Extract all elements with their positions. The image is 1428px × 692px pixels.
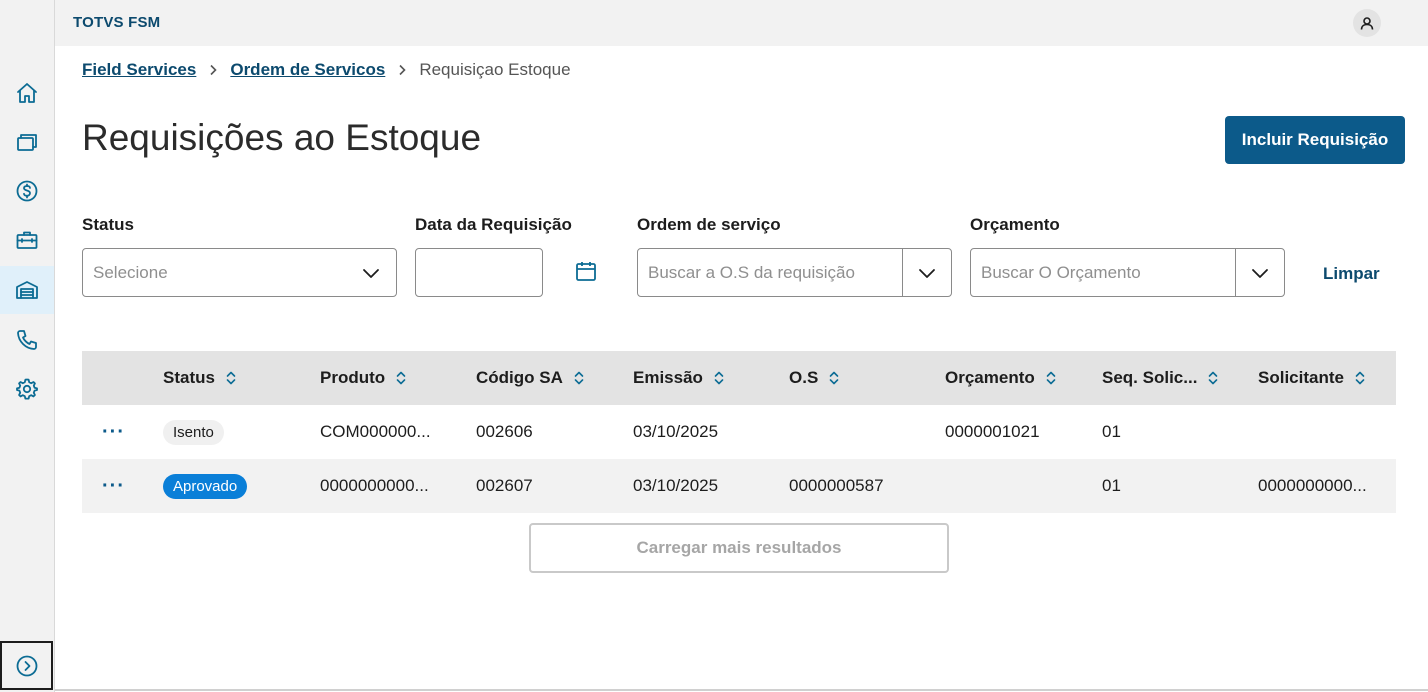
column-label: O.S [789, 368, 819, 387]
sidebar-item-cards[interactable] [0, 118, 54, 166]
row-actions-button[interactable]: ··· [102, 405, 125, 459]
sidebar-item-warehouse[interactable] [0, 266, 54, 314]
user-icon [1360, 17, 1374, 30]
produto-cell: 0000000000... [320, 476, 429, 495]
page-title: Requisições ao Estoque [82, 117, 482, 158]
breadcrumb-ordem-servicos[interactable]: Ordem de Servicos [230, 60, 385, 80]
chevron-down-icon [363, 268, 379, 278]
requisitions-table: Status Produto Código SA Emissão O.S Orç… [82, 351, 1396, 513]
os-combo: Buscar a O.S da requisição [637, 248, 952, 297]
sort-icon [1046, 371, 1056, 385]
sort-icon [1209, 371, 1218, 385]
column-header-orcamento[interactable]: Orçamento [945, 351, 1057, 405]
column-header-produto[interactable]: Produto [320, 351, 407, 405]
sidebar-item-finance[interactable] [0, 167, 54, 215]
emissao-cell: 03/10/2025 [633, 476, 719, 495]
table-row: ··· Isento COM000000... 002606 03/10/202… [82, 405, 1396, 459]
chevron-right-icon [210, 64, 217, 76]
sidebar-item-home[interactable] [0, 69, 54, 117]
budget-search-input[interactable]: Buscar O Orçamento [971, 263, 1235, 283]
column-label: Produto [320, 368, 386, 387]
sidebar [0, 0, 55, 692]
cards-icon [17, 134, 37, 151]
produto-cell: COM000000... [320, 422, 431, 441]
breadcrumb-current: Requisiçao Estoque [419, 60, 571, 79]
column-label: Orçamento [945, 368, 1035, 387]
status-badge: Aprovado [163, 473, 248, 499]
sort-icon [226, 371, 236, 385]
user-button[interactable] [1353, 9, 1381, 37]
column-header-solicitante[interactable]: Solicitante [1258, 351, 1366, 405]
column-label: Seq. Solic... [1102, 368, 1198, 387]
sort-icon [396, 371, 406, 385]
breadcrumb-field-services[interactable]: Field Services [82, 60, 196, 80]
status-badge: Isento [163, 419, 224, 445]
status-filter-label: Status [82, 215, 134, 234]
calendar-icon [576, 262, 596, 281]
table-header: Status Produto Código SA Emissão O.S Orç… [82, 351, 1396, 405]
calendar-button[interactable] [574, 259, 598, 283]
status-select-placeholder: Selecione [93, 262, 168, 282]
solicitante-cell: 0000000000... [1258, 476, 1367, 495]
row-actions-button[interactable]: ··· [102, 459, 125, 513]
date-filter-label: Data da Requisição [415, 215, 572, 234]
chevron-right-icon [399, 64, 406, 76]
column-header-seq-solic[interactable]: Seq. Solic... [1102, 351, 1219, 405]
date-input[interactable] [415, 248, 543, 297]
chevron-down-icon [1252, 268, 1268, 278]
chevron-down-icon [919, 268, 935, 278]
os-dropdown-button[interactable] [902, 249, 951, 296]
briefcase-icon [16, 231, 38, 249]
sort-icon [574, 371, 584, 385]
sort-icon [1355, 371, 1365, 385]
sidebar-item-phone[interactable] [0, 316, 54, 364]
add-requisition-button[interactable]: Incluir Requisição [1225, 116, 1405, 164]
sidebar-item-services[interactable] [0, 216, 54, 264]
home-icon [17, 83, 37, 103]
breadcrumb-separator [385, 64, 419, 76]
gear-icon [16, 378, 38, 400]
os-filter-label: Ordem de serviço [637, 215, 781, 234]
column-header-os[interactable]: O.S [789, 351, 840, 405]
emissao-cell: 03/10/2025 [633, 422, 719, 441]
column-label: Status [163, 368, 215, 387]
chevron-right-circle-icon [16, 655, 37, 676]
sidebar-expand-button[interactable] [0, 641, 53, 690]
breadcrumb: Field Services Ordem de Servicos Requisi… [82, 60, 571, 80]
os-cell: 0000000587 [789, 476, 884, 495]
codigo-cell: 002607 [476, 476, 533, 495]
dollar-icon [16, 180, 38, 202]
budget-combo: Buscar O Orçamento [970, 248, 1285, 297]
column-label: Emissão [633, 368, 703, 387]
column-label: Código SA [476, 368, 563, 387]
column-header-status[interactable]: Status [163, 351, 237, 405]
budget-dropdown-button[interactable] [1235, 249, 1284, 296]
status-cell: Isento [163, 405, 224, 459]
seq-cell: 01 [1102, 476, 1121, 495]
sort-icon [829, 371, 839, 385]
phone-icon [17, 330, 37, 350]
sidebar-item-settings[interactable] [0, 365, 54, 413]
app-title: TOTVS FSM [73, 14, 161, 31]
column-header-codigo-sa[interactable]: Código SA [476, 351, 585, 405]
breadcrumb-separator [196, 64, 230, 76]
os-search-input[interactable]: Buscar a O.S da requisição [638, 263, 902, 283]
clear-filters-link[interactable]: Limpar [1323, 264, 1380, 284]
column-header-emissao[interactable]: Emissão [633, 351, 725, 405]
table-row: ··· Aprovado 0000000000... 002607 03/10/… [82, 459, 1396, 513]
load-more-button[interactable]: Carregar mais resultados [529, 523, 949, 573]
status-select[interactable]: Selecione [82, 248, 397, 297]
seq-cell: 01 [1102, 422, 1121, 441]
warehouse-icon [16, 281, 38, 299]
bottom-divider [55, 689, 1428, 691]
sort-icon [714, 371, 724, 385]
orcamento-cell: 0000001021 [945, 422, 1040, 441]
codigo-cell: 002606 [476, 422, 533, 441]
column-label: Solicitante [1258, 368, 1344, 387]
status-cell: Aprovado [163, 459, 248, 513]
budget-filter-label: Orçamento [970, 215, 1060, 234]
top-bar: TOTVS FSM [55, 0, 1428, 46]
